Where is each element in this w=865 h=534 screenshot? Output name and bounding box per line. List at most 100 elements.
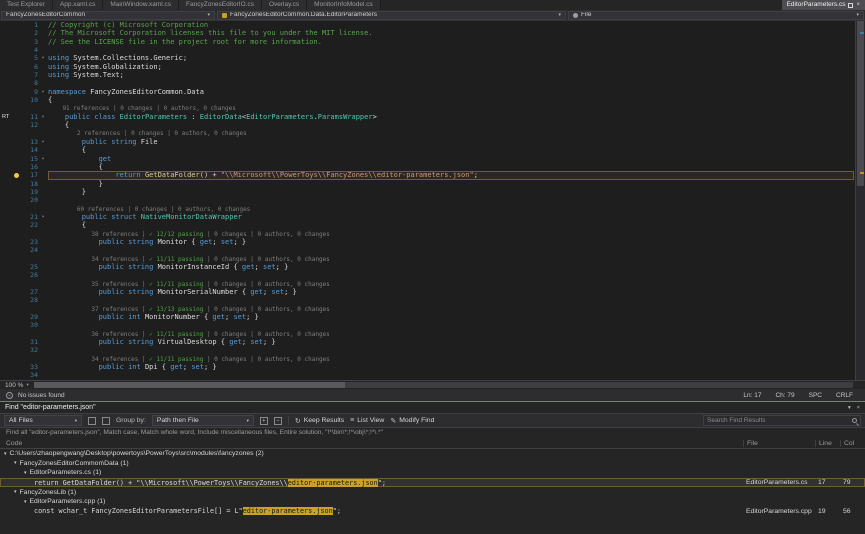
code-line[interactable]: 12 { xyxy=(0,121,865,129)
code-line[interactable]: 32 xyxy=(0,346,865,354)
modify-find-button[interactable]: ✎ Modify Find xyxy=(390,417,434,425)
find-result-row[interactable]: return GetDataFolder() + "\\Microsoft\\P… xyxy=(0,478,865,488)
codelens-row[interactable]: 36 references | ✓ 11/11 passing | 0 chan… xyxy=(0,330,865,338)
code-line[interactable]: 8 xyxy=(0,79,865,87)
tab-editorparameters-cs[interactable]: EditorParameters.cs × xyxy=(782,0,865,10)
codelens-row[interactable]: 35 references | ✓ 11/11 passing | 0 chan… xyxy=(0,280,865,288)
code-line[interactable]: 27 public string MonitorSerialNumber { g… xyxy=(0,288,865,296)
fold-chevron-icon[interactable]: ▾ xyxy=(38,155,48,163)
code-line[interactable]: 21▾ public struct NativeMonitorDataWrapp… xyxy=(0,213,865,221)
code-line[interactable]: 24 xyxy=(0,246,865,254)
column-line[interactable]: Line xyxy=(815,440,840,447)
fold-chevron-icon[interactable]: ▾ xyxy=(38,88,48,96)
line-ending-indicator[interactable]: CRLF xyxy=(836,392,853,399)
code-line[interactable]: 14 { xyxy=(0,146,865,154)
code-line[interactable]: 2// The Microsoft Corporation licenses t… xyxy=(0,29,865,37)
find-group-row[interactable]: ▾C:\Users\zhaopengwang\Desktop\powertoys… xyxy=(0,449,865,459)
expand-all-icon[interactable]: + xyxy=(260,417,268,425)
find-results-search-input[interactable] xyxy=(707,417,852,424)
code-line[interactable]: 29 public int MonitorNumber { get; set; … xyxy=(0,313,865,321)
codelens-row[interactable]: 34 references | ✓ 11/11 passing | 0 chan… xyxy=(0,255,865,263)
keep-results-button[interactable]: ↻ Keep Results xyxy=(295,417,344,425)
code-line[interactable]: 7using System.Text; xyxy=(0,71,865,79)
codelens-row[interactable]: 37 references | ✓ 13/13 passing | 0 chan… xyxy=(0,305,865,313)
code-line[interactable]: 33 public int Dpi { get; set; } xyxy=(0,363,865,371)
copy-results-icon[interactable] xyxy=(102,417,110,425)
code-line[interactable]: 22 { xyxy=(0,221,865,229)
list-view-button[interactable]: ≡ List View xyxy=(350,417,384,424)
code-line[interactable]: 34 xyxy=(0,371,865,379)
collapse-all-icon[interactable]: − xyxy=(274,417,282,425)
column-code[interactable]: Code xyxy=(0,440,743,447)
code-line[interactable]: 16 { xyxy=(0,163,865,171)
code-line[interactable]: 17 return GetDataFolder() + "\\Microsoft… xyxy=(0,171,865,179)
tree-expander-icon[interactable]: ▾ xyxy=(24,470,27,476)
code-line[interactable]: 30 xyxy=(0,321,865,329)
zoom-control[interactable]: 100 % ▾ xyxy=(0,382,34,389)
find-group-row[interactable]: ▾EditorParameters.cs (1) xyxy=(0,468,865,478)
line-indicator[interactable]: Ln: 17 xyxy=(743,392,761,399)
find-results-title-bar[interactable]: Find "editor-parameters.json" ▾ × xyxy=(0,402,865,413)
tab-test-explorer[interactable]: Test Explorer xyxy=(0,0,53,10)
scrollbar-thumb[interactable] xyxy=(34,382,345,388)
codelens-row[interactable]: 91 references | 0 changes | 0 authors, 0… xyxy=(0,104,865,112)
code-line[interactable]: 6using System.Globalization; xyxy=(0,63,865,71)
scrollbar-thumb[interactable] xyxy=(857,21,864,186)
member-dropdown[interactable]: File ▾ xyxy=(568,11,864,20)
code-line[interactable]: 5▾using System.Collections.Generic; xyxy=(0,54,865,62)
tree-expander-icon[interactable]: ▾ xyxy=(14,460,17,466)
save-results-icon[interactable] xyxy=(88,417,96,425)
tree-expander-icon[interactable]: ▾ xyxy=(14,489,17,495)
editor-vertical-scrollbar[interactable] xyxy=(855,21,865,380)
type-dropdown[interactable]: FancyZonesEditorCommon.Data.EditorParame… xyxy=(217,11,566,20)
code-line[interactable]: 31 public string VirtualDesktop { get; s… xyxy=(0,338,865,346)
code-line[interactable]: 15▾ get xyxy=(0,155,865,163)
find-results-search-box[interactable] xyxy=(703,415,861,426)
project-dropdown[interactable]: FancyZonesEditorCommon ▾ xyxy=(1,11,215,20)
tab-overlay-cs[interactable]: Overlay.cs xyxy=(262,0,307,10)
tab-fancyzoneseditorio-cs[interactable]: FancyZonesEditorIO.cs xyxy=(179,0,262,10)
find-group-row[interactable]: ▾FancyZonesEditorCommon\Data (1) xyxy=(0,459,865,469)
tab-mainwindow-xaml-cs[interactable]: MainWindow.xaml.cs xyxy=(103,0,179,10)
scope-dropdown[interactable]: All Files ▾ xyxy=(4,415,82,426)
code-line[interactable]: 26 xyxy=(0,271,865,279)
code-line[interactable]: 10{ xyxy=(0,96,865,104)
fold-chevron-icon[interactable]: ▾ xyxy=(38,54,48,62)
keep-open-icon[interactable] xyxy=(848,3,853,8)
spaces-indicator[interactable]: SPC xyxy=(809,392,822,399)
find-group-row[interactable]: ▾EditorParameters.cpp (1) xyxy=(0,497,865,507)
tree-expander-icon[interactable]: ▾ xyxy=(24,499,27,505)
lightbulb-icon[interactable] xyxy=(14,173,19,178)
codelens-row[interactable]: 38 references | ✓ 12/12 passing | 0 chan… xyxy=(0,230,865,238)
code-line[interactable]: 19 } xyxy=(0,188,865,196)
code-line[interactable]: 20 xyxy=(0,196,865,204)
editor-horizontal-scrollbar[interactable] xyxy=(34,382,853,388)
column-file[interactable]: File xyxy=(743,440,815,447)
codelens-row[interactable]: 34 references | ✓ 11/11 passing | 0 chan… xyxy=(0,355,865,363)
code-line[interactable]: 1// Copyright (c) Microsoft Corporation xyxy=(0,21,865,29)
code-line[interactable]: 25 public string MonitorInstanceId { get… xyxy=(0,263,865,271)
fold-chevron-icon[interactable]: ▾ xyxy=(38,113,48,121)
code-line[interactable]: 13▾ public string File xyxy=(0,138,865,146)
fold-chevron-icon[interactable]: ▾ xyxy=(38,213,48,221)
find-group-row[interactable]: ▾FancyZonesLib (1) xyxy=(0,487,865,497)
code-line[interactable]: 23 public string Monitor { get; set; } xyxy=(0,238,865,246)
codelens-row[interactable]: 2 references | 0 changes | 0 authors, 0 … xyxy=(0,129,865,137)
group-by-dropdown[interactable]: Path then File ▾ xyxy=(152,415,254,426)
close-icon[interactable]: × xyxy=(857,405,860,411)
fold-chevron-icon[interactable]: ▾ xyxy=(38,138,48,146)
window-position-icon[interactable]: ▾ xyxy=(848,405,851,411)
code-line[interactable]: 3// See the LICENSE file in the project … xyxy=(0,38,865,46)
code-editor[interactable]: 1// Copyright (c) Microsoft Corporation2… xyxy=(0,21,865,380)
tab-app-xaml-cs[interactable]: App.xaml.cs xyxy=(53,0,103,10)
code-line[interactable]: 28 xyxy=(0,296,865,304)
column-indicator[interactable]: Ch: 79 xyxy=(775,392,794,399)
codelens-row[interactable]: 60 references | 0 changes | 0 authors, 0… xyxy=(0,205,865,213)
find-result-row[interactable]: const wchar_t FancyZonesEditorParameters… xyxy=(0,507,865,517)
document-health-icon[interactable]: × xyxy=(6,392,13,399)
tab-monitorinfomodel-cs[interactable]: MonitorInfoModel.cs xyxy=(307,0,381,10)
code-line[interactable]: 18 } xyxy=(0,180,865,188)
code-line[interactable]: 4 xyxy=(0,46,865,54)
tree-expander-icon[interactable]: ▾ xyxy=(4,451,7,457)
column-col[interactable]: Col xyxy=(840,440,865,447)
